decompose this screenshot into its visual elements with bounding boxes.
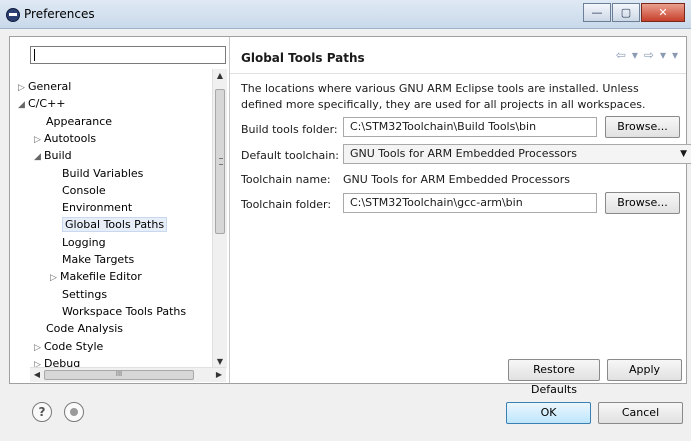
build-tools-browse-button[interactable]: Browse...: [605, 116, 680, 138]
toolchain-name-value: GNU Tools for ARM Embedded Processors: [343, 173, 571, 186]
tree-item-label: Autotools: [44, 131, 97, 145]
tree-item[interactable]: Console: [62, 183, 106, 199]
page-title: Global Tools Paths: [241, 51, 365, 65]
text-caret: [34, 49, 35, 61]
maximize-button[interactable]: ▢: [612, 3, 640, 22]
tree-item[interactable]: Logging: [62, 235, 106, 251]
preferences-content: ▷ General ◢ C/C++ Appearance ▷ Autotools ◢ Build…: [9, 36, 691, 396]
page-navigation: ⇦ ▾ ⇨ ▾ ▾: [616, 48, 678, 62]
tree-item-label: Code Analysis: [46, 322, 123, 336]
restore-defaults-button[interactable]: Restore Defaults: [508, 359, 600, 396]
forward-arrow-icon[interactable]: ⇨: [644, 48, 654, 62]
page-header: Global Tools Paths ⇦ ▾ ⇨ ▾ ▾: [230, 37, 686, 74]
collapse-arrow-icon[interactable]: ◢: [18, 97, 28, 113]
default-toolchain-value: GNU Tools for ARM Embedded Processors: [350, 147, 578, 160]
tree-hscroll-thumb[interactable]: III: [44, 370, 194, 380]
tree-item[interactable]: Code Analysis: [46, 321, 123, 337]
forward-menu-icon[interactable]: ▾: [660, 48, 666, 62]
window-controls: — ▢ ✕: [583, 3, 685, 22]
tree-item-label: Console: [62, 183, 106, 197]
default-toolchain-select[interactable]: GNU Tools for ARM Embedded Processors ▼: [343, 144, 691, 164]
tree-item-label: Appearance: [46, 114, 113, 128]
tree-item-label: Make Targets: [62, 253, 135, 266]
tree-item[interactable]: ▷ Autotools: [34, 131, 96, 147]
expand-arrow-icon[interactable]: ▷: [34, 132, 44, 148]
scroll-right-icon[interactable]: ▶: [212, 368, 226, 382]
toolchain-name-label: Toolchain name:: [241, 173, 331, 186]
title-bar[interactable]: Preferences — ▢ ✕: [0, 0, 691, 29]
expand-arrow-icon[interactable]: ▷: [34, 340, 44, 356]
preferences-tree-panel: ▷ General ◢ C/C++ Appearance ▷ Autotools ◢ Build…: [10, 37, 230, 383]
tree-item-label: Logging: [62, 235, 106, 249]
minimize-button[interactable]: —: [583, 3, 611, 22]
tree-item[interactable]: ▷ General: [18, 79, 71, 95]
help-icon[interactable]: ?: [32, 402, 52, 422]
build-tools-folder-field[interactable]: C:\STM32Toolchain\Build Tools\bin: [343, 117, 597, 137]
tree-item[interactable]: ▷ Code Style: [34, 339, 103, 355]
preference-page: Global Tools Paths ⇦ ▾ ⇨ ▾ ▾ The locatio…: [230, 37, 691, 396]
tree-scroll-thumb[interactable]: [215, 89, 225, 234]
build-tools-label: Build tools folder:: [241, 123, 338, 136]
apply-button[interactable]: Apply: [607, 359, 682, 381]
collapse-arrow-icon[interactable]: ◢: [34, 149, 44, 165]
cancel-button[interactable]: Cancel: [598, 402, 683, 424]
tree-item-label: Settings: [62, 287, 108, 301]
expand-arrow-icon[interactable]: ▷: [50, 270, 60, 286]
eclipse-icon: [6, 8, 20, 22]
tree-item[interactable]: Make Targets: [62, 252, 134, 268]
preferences-tree: ▷ General ◢ C/C++ Appearance ▷ Autotools ◢ Build…: [10, 69, 210, 369]
back-menu-icon[interactable]: ▾: [632, 48, 638, 62]
tree-item-label: Workspace Tools Paths: [62, 304, 187, 318]
grip-icon: [219, 158, 223, 165]
default-toolchain-label: Default toolchain:: [241, 149, 340, 162]
chevron-down-icon: ▼: [680, 149, 687, 159]
view-menu-icon[interactable]: ▾: [672, 48, 678, 62]
toolchain-folder-label: Toolchain folder:: [241, 198, 332, 211]
filter-input[interactable]: [30, 46, 226, 64]
scroll-up-icon[interactable]: ▲: [213, 69, 227, 83]
tree-item-label: Global Tools Paths: [62, 217, 168, 233]
tree-item-label: Build: [44, 149, 72, 163]
tree-item[interactable]: ◢ C/C++: [18, 96, 66, 112]
expand-arrow-icon[interactable]: ▷: [18, 80, 28, 96]
toolchain-folder-browse-button[interactable]: Browse...: [605, 192, 680, 214]
tree-item[interactable]: Environment: [62, 200, 132, 216]
oomph-record-icon[interactable]: [64, 402, 84, 422]
page-description: The locations where various GNU ARM Ecli…: [241, 82, 646, 111]
tree-item[interactable]: Appearance: [46, 114, 112, 130]
ok-button[interactable]: OK: [506, 402, 591, 424]
tree-item-label: C/C++: [28, 97, 66, 111]
window-title: Preferences: [24, 7, 95, 21]
tree-vertical-scrollbar[interactable]: ▲ ▼: [212, 69, 227, 369]
close-button[interactable]: ✕: [641, 3, 685, 22]
tree-item[interactable]: Settings: [62, 287, 107, 303]
tree-item-label: Environment: [62, 201, 133, 215]
tree-item[interactable]: Workspace Tools Paths: [62, 304, 186, 320]
preferences-window: Preferences — ▢ ✕ ▷ General ◢ C/C++ Appearan…: [0, 0, 691, 441]
tree-item[interactable]: Build Variables: [62, 166, 143, 182]
tree-horizontal-scrollbar[interactable]: ◀ III ▶: [30, 367, 226, 382]
tree-item[interactable]: Global Tools Paths: [62, 217, 168, 233]
back-arrow-icon[interactable]: ⇦: [616, 48, 626, 62]
tree-item-label: Makefile Editor: [60, 270, 142, 284]
tree-item[interactable]: ◢ Build: [34, 148, 72, 164]
toolchain-folder-field[interactable]: C:\STM32Toolchain\gcc-arm\bin: [343, 193, 597, 213]
tree-item-label: General: [28, 80, 72, 93]
scroll-left-icon[interactable]: ◀: [30, 368, 44, 382]
tree-item-label: Build Variables: [62, 166, 144, 180]
tree-item[interactable]: ▷ Makefile Editor: [50, 269, 142, 285]
tree-item-label: Code Style: [44, 339, 104, 353]
